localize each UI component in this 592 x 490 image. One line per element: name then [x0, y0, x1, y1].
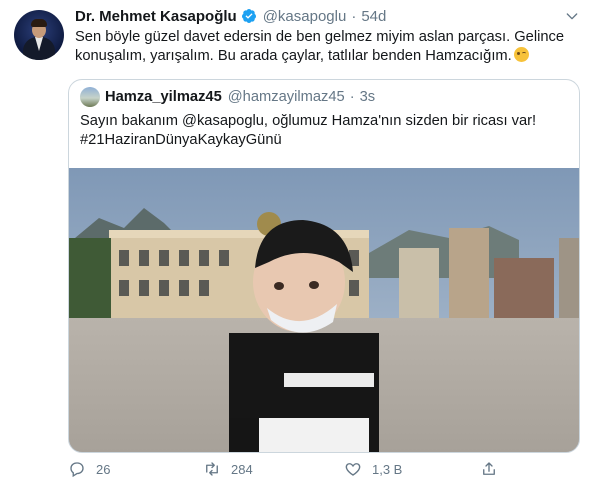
quoted-text-line-1: Sayın bakanım @kasapoglu, oğlumuz Hamza'… — [80, 113, 537, 129]
chevron-down-icon[interactable] — [564, 8, 580, 24]
retweet-button[interactable]: 284 — [203, 459, 253, 479]
tweet-card[interactable]: Dr. Mehmet Kasapoğlu @kasapoglu · 54d Se… — [0, 0, 592, 490]
share-icon — [483, 462, 495, 475]
author-handle[interactable]: @kasapoglu — [263, 8, 347, 25]
quoted-author-avatar — [80, 87, 100, 107]
reply-button[interactable]: 26 — [68, 459, 110, 479]
like-icon — [345, 463, 361, 476]
video-scene — [69, 168, 579, 452]
separator-dot: · — [349, 89, 355, 105]
tweet-actions: 26 284 1,3 B — [68, 459, 580, 479]
verified-badge-icon — [241, 9, 256, 23]
reply-icon — [70, 462, 84, 478]
separator-dot: · — [351, 7, 357, 25]
quoted-author-handle: @hamzayilmaz45 — [227, 89, 345, 105]
author-name[interactable]: Dr. Mehmet Kasapoğlu — [75, 8, 237, 25]
share-button[interactable] — [480, 459, 498, 479]
quoted-tweet-time: 3s — [359, 89, 376, 105]
quoted-tweet-header: Hamza_yilmaz45 @hamzayilmaz45 · 3s — [80, 87, 375, 107]
winking-face-emoji — [513, 47, 529, 62]
tweet-text-content: Sen böyle güzel davet edersin de ben gel… — [75, 29, 565, 64]
reply-count: 26 — [96, 461, 111, 477]
like-button[interactable]: 1,3 B — [344, 459, 402, 479]
tweet-time[interactable]: 54d — [361, 8, 386, 25]
retweet-icon — [206, 462, 218, 476]
hashtag-link[interactable]: #21HaziranDünyaKaykayGünü — [80, 131, 570, 150]
retweet-count: 284 — [231, 461, 253, 477]
author-avatar[interactable] — [14, 10, 64, 60]
tweet-text: Sen böyle güzel davet edersin de ben gel… — [75, 28, 580, 66]
quoted-tweet[interactable]: Hamza_yilmaz45 @hamzayilmaz45 · 3s Sayın… — [68, 79, 580, 453]
quoted-author-name: Hamza_yilmaz45 — [105, 89, 222, 105]
tweet-header: Dr. Mehmet Kasapoğlu @kasapoglu · 54d — [75, 6, 386, 26]
like-count: 1,3 B — [372, 461, 403, 477]
quoted-tweet-text: Sayın bakanım @kasapoglu, oğlumuz Hamza'… — [80, 112, 570, 150]
video-thumbnail[interactable] — [69, 168, 579, 452]
